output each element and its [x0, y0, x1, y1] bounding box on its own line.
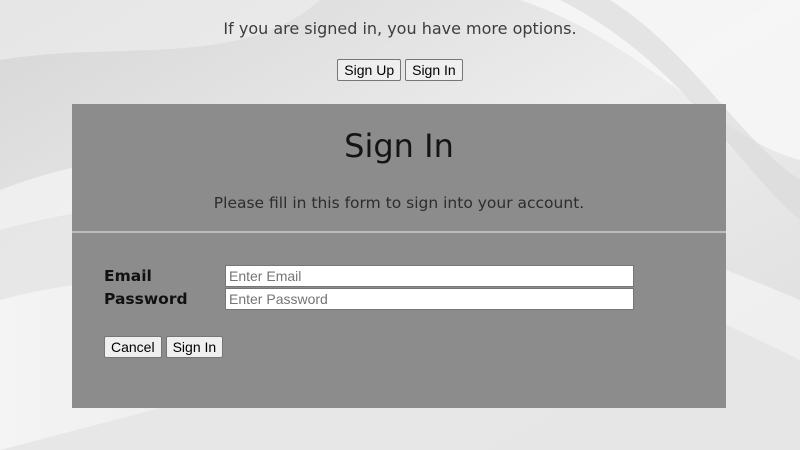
password-field[interactable]	[225, 288, 634, 310]
submit-sign-in-button[interactable]: Sign In	[165, 336, 224, 358]
cancel-button[interactable]: Cancel	[104, 336, 162, 358]
top-sign-in-button[interactable]: Sign In	[405, 59, 463, 81]
panel-divider	[72, 231, 726, 233]
password-label: Password	[104, 290, 188, 308]
panel-subtitle: Please fill in this form to sign into yo…	[213, 194, 585, 212]
email-label: Email	[104, 267, 152, 285]
sign-in-panel: Sign In Please fill in this form to sign…	[72, 104, 726, 408]
email-field[interactable]	[225, 265, 634, 287]
form-buttons: Cancel Sign In	[103, 336, 226, 358]
panel-title: Sign In	[344, 127, 454, 165]
top-nav-buttons: Sign Up Sign In	[0, 59, 800, 81]
signed-in-hint: If you are signed in, you have more opti…	[223, 19, 577, 38]
sign-up-button[interactable]: Sign Up	[337, 59, 402, 81]
